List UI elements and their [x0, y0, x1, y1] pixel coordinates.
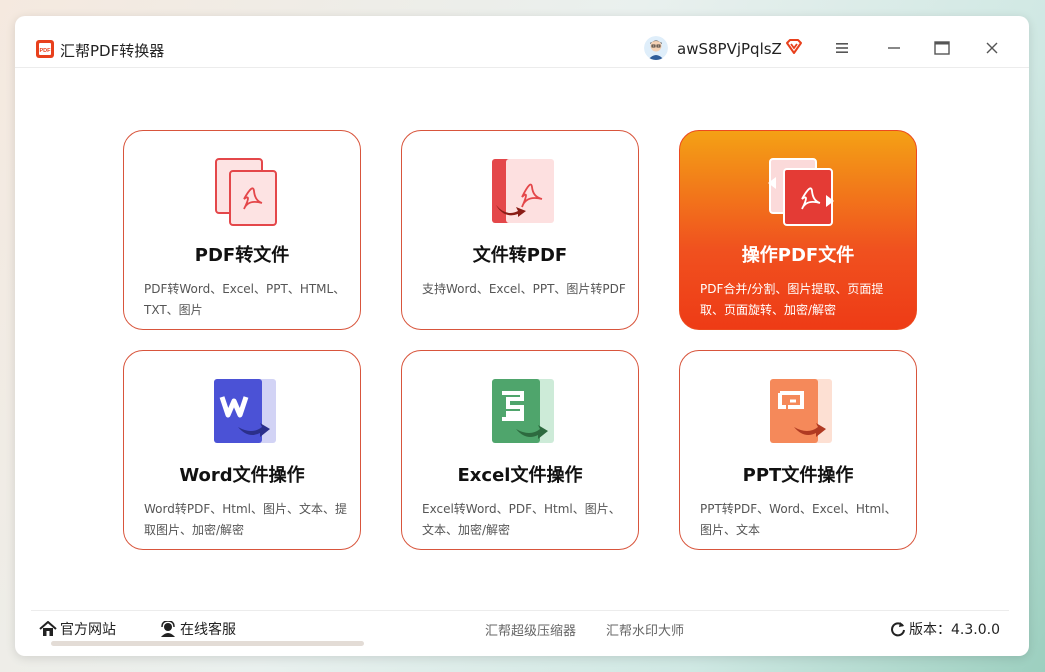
- pdf-operate-icon: [768, 158, 834, 226]
- online-support-link[interactable]: 在线客服: [159, 619, 236, 639]
- card-title: Word文件操作: [179, 465, 305, 486]
- maximize-icon: [934, 41, 950, 55]
- footer-bar: 官方网站 在线客服 汇帮超级压缩器 汇帮水印大师 版本：4.3.0.0: [31, 610, 1009, 646]
- support-agent-icon: [161, 621, 175, 637]
- card-desc: 支持Word、Excel、PPT、图片转PDF: [422, 282, 626, 296]
- maximize-button[interactable]: [930, 36, 954, 60]
- title-bar: PDF 汇帮PDF转换器 awS8PVjPqlsZ: [15, 16, 1029, 68]
- card-excel[interactable]: Excel文件操作 Excel转Word、PDF、Html、图片、文本、加密/解…: [401, 350, 639, 550]
- card-operate-pdf[interactable]: 操作PDF文件 PDF合并/分割、图片提取、页面提取、页面旋转、加密/解密: [679, 130, 917, 330]
- card-title: PPT文件操作: [742, 465, 854, 486]
- minimize-button[interactable]: [882, 36, 906, 60]
- card-title: 文件转PDF: [472, 245, 568, 266]
- minimize-icon: [888, 47, 900, 49]
- card-desc: Excel转Word、PDF、Html、图片、文本、加密/解密: [422, 502, 621, 537]
- home-icon: [39, 621, 57, 636]
- ppt-icon: [770, 379, 832, 443]
- close-button[interactable]: [980, 36, 1004, 60]
- horizontal-scrollbar[interactable]: [51, 641, 364, 646]
- svg-text:PDF: PDF: [40, 48, 52, 54]
- pdf-file-icon: [215, 158, 277, 226]
- card-file-to-pdf[interactable]: 文件转PDF 支持Word、Excel、PPT、图片转PDF: [401, 130, 639, 330]
- close-icon: [986, 42, 998, 54]
- watermark-link[interactable]: 汇帮水印大师: [606, 620, 684, 639]
- menu-button[interactable]: [830, 36, 854, 60]
- card-pdf-to-file[interactable]: PDF转文件 PDF转Word、Excel、PPT、HTML、TXT、图片: [123, 130, 361, 330]
- username[interactable]: awS8PVjPqlsZ: [677, 40, 782, 58]
- pdf-logo-icon: PDF: [36, 40, 54, 58]
- card-word[interactable]: Word文件操作 Word转PDF、Html、图片、文本、提取图片、加密/解密: [123, 350, 361, 550]
- excel-icon: [492, 379, 554, 443]
- app-window: PDF 汇帮PDF转换器 awS8PVjPqlsZ PDF转文件 PDF转Wor…: [15, 16, 1029, 656]
- refresh-icon: [891, 622, 905, 637]
- compressor-link[interactable]: 汇帮超级压缩器: [485, 620, 576, 639]
- avatar-image: [644, 36, 668, 60]
- card-ppt[interactable]: PPT文件操作 PPT转PDF、Word、Excel、Html、图片、文本: [679, 350, 917, 550]
- card-title: Excel文件操作: [457, 465, 583, 486]
- official-website-link[interactable]: 官方网站: [39, 619, 116, 639]
- card-desc: Word转PDF、Html、图片、文本、提取图片、加密/解密: [144, 502, 347, 537]
- version-info[interactable]: 版本：4.3.0.0: [890, 619, 1000, 639]
- card-title: 操作PDF文件: [741, 245, 855, 266]
- avatar[interactable]: [644, 36, 668, 60]
- vip-diamond-icon[interactable]: [785, 38, 803, 56]
- version-label: 版本：4.3.0.0: [909, 622, 1000, 638]
- menu-icon: [836, 43, 848, 53]
- card-desc: PPT转PDF、Word、Excel、Html、图片、文本: [700, 502, 897, 537]
- card-desc: PDF转Word、Excel、PPT、HTML、TXT、图片: [144, 282, 346, 317]
- online-support-label: 在线客服: [180, 622, 236, 638]
- app-title: 汇帮PDF转换器: [60, 42, 165, 60]
- word-icon: [214, 379, 276, 443]
- card-desc: PDF合并/分割、图片提取、页面提取、页面旋转、加密/解密: [700, 282, 884, 317]
- card-title: PDF转文件: [194, 245, 290, 266]
- official-website-label: 官方网站: [60, 622, 116, 638]
- file-to-pdf-icon: [492, 159, 554, 223]
